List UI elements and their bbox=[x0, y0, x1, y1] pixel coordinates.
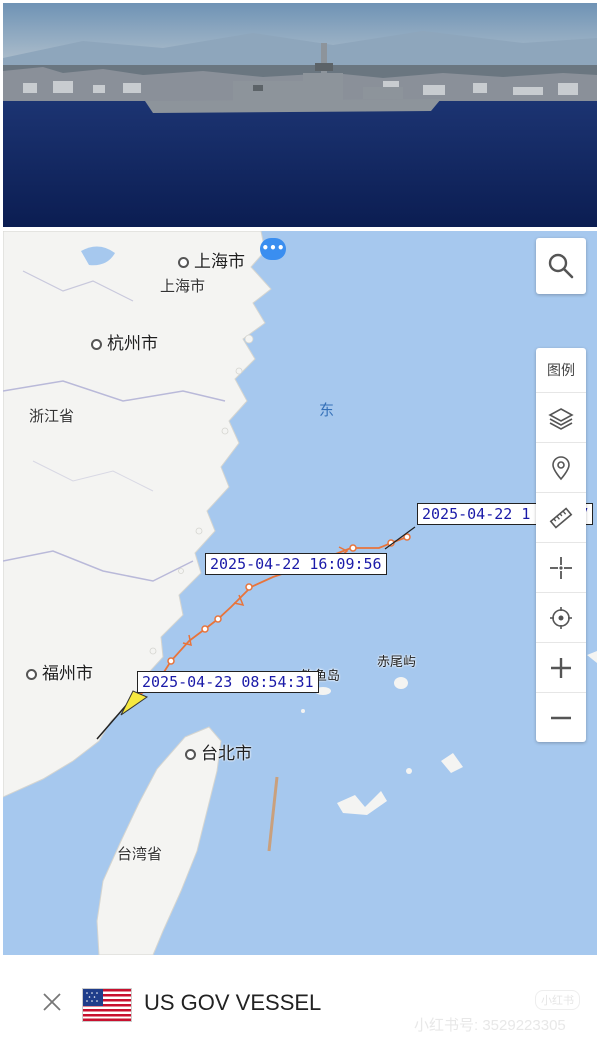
my-location-button[interactable] bbox=[536, 593, 586, 643]
crosshair-button[interactable] bbox=[536, 543, 586, 593]
label-taipei: 台北市 bbox=[185, 739, 252, 764]
label-hangzhou: 杭州市 bbox=[91, 329, 158, 354]
track-label-mid[interactable]: 2025-04-22 16:09:56 bbox=[205, 553, 387, 575]
mainland-china bbox=[3, 231, 272, 798]
target-icon bbox=[550, 606, 572, 629]
search-icon bbox=[548, 253, 574, 279]
location-button[interactable] bbox=[536, 443, 586, 493]
label-shanghai: 上海市 bbox=[178, 247, 245, 272]
zoom-in-icon bbox=[551, 657, 571, 678]
map-toolbar: 图例 bbox=[536, 348, 586, 742]
warship-photo bbox=[3, 3, 597, 227]
label-fuzhou: 福州市 bbox=[26, 659, 93, 684]
watermark-logo: 小红书 bbox=[535, 990, 580, 1010]
watermark-id: 小红书号: 3529223305 bbox=[414, 1017, 566, 1034]
vessel-info-bar: US GOV VESSEL 小红书 小红书号: 3529223305 bbox=[0, 960, 600, 1046]
legend-button[interactable]: 图例 bbox=[536, 348, 586, 393]
label-east-sea: 东 bbox=[319, 401, 335, 419]
us-flag-icon bbox=[82, 988, 132, 1022]
zoom-out-icon bbox=[551, 716, 571, 719]
zoom-in-button[interactable] bbox=[536, 643, 586, 693]
map-view[interactable]: 上海市 ••• 上海市 杭州市 浙江省 东 福州市 钓鱼岛 赤尾屿 台北市 台湾… bbox=[3, 231, 597, 955]
layers-icon bbox=[548, 407, 574, 430]
crosshair-icon bbox=[550, 556, 572, 579]
layers-button[interactable] bbox=[536, 393, 586, 443]
label-chiwei: 赤尾屿 bbox=[377, 655, 417, 670]
label-shanghai-2: 上海市 bbox=[160, 277, 206, 295]
location-pin-icon bbox=[552, 455, 570, 480]
label-zhejiang: 浙江省 bbox=[29, 407, 75, 425]
zoom-out-button[interactable] bbox=[536, 693, 586, 742]
close-icon[interactable] bbox=[40, 990, 64, 1014]
chat-bubble-icon[interactable]: ••• bbox=[260, 238, 286, 260]
track-label-end[interactable]: 2025-04-23 08:54:31 bbox=[137, 671, 319, 693]
ruler-icon bbox=[549, 506, 573, 529]
ruler-button[interactable] bbox=[536, 493, 586, 543]
vessel-name: US GOV VESSEL bbox=[144, 990, 322, 1015]
search-button[interactable] bbox=[536, 238, 586, 294]
label-taiwan: 台湾省 bbox=[117, 845, 163, 863]
